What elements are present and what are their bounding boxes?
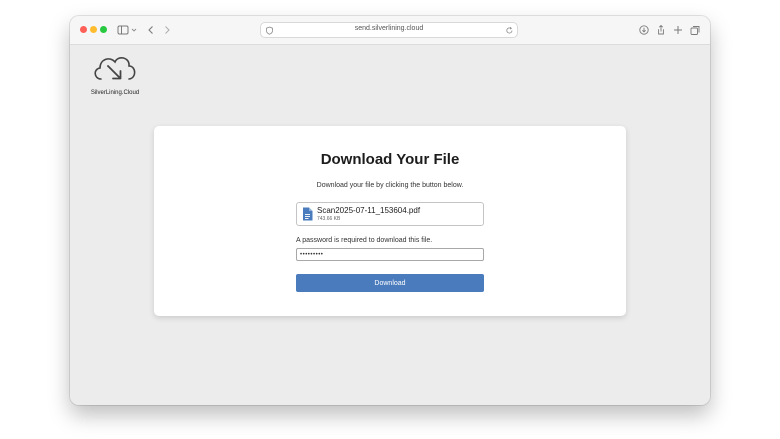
browser-window: send.silverlining.cloud SilverLining.Clo… (70, 16, 710, 405)
password-field[interactable] (296, 248, 484, 261)
browser-toolbar: send.silverlining.cloud (70, 16, 710, 45)
back-icon[interactable] (144, 23, 158, 37)
brand-logo[interactable]: SilverLining.Cloud (84, 50, 146, 102)
download-icon[interactable] (637, 23, 651, 37)
reload-icon[interactable] (505, 26, 514, 35)
share-icon[interactable] (654, 23, 668, 37)
forward-icon[interactable] (160, 23, 174, 37)
address-url: send.silverlining.cloud (354, 25, 424, 32)
sidebar-icon[interactable] (116, 23, 130, 37)
file-name: Scan2025-07-11_153604.pdf (317, 206, 421, 215)
download-button[interactable]: Download (296, 274, 484, 292)
page-content: SilverLining.Cloud Download Your File Do… (70, 45, 710, 405)
address-bar[interactable]: send.silverlining.cloud (260, 22, 518, 38)
download-card: Download Your File Download your file by… (154, 126, 626, 316)
close-window-button[interactable] (80, 26, 87, 33)
minimize-window-button[interactable] (90, 26, 97, 33)
new-tab-icon[interactable] (671, 23, 685, 37)
document-icon (302, 207, 313, 221)
file-size: 743.66 KB (317, 216, 341, 222)
page-title: Download Your File (320, 151, 460, 168)
cloud-download-icon (94, 57, 136, 80)
page-subtitle: Download your file by clicking the butto… (316, 182, 464, 189)
chevron-down-icon[interactable] (130, 23, 138, 37)
tabs-overview-icon[interactable] (688, 23, 702, 37)
password-label: A password is required to download this … (296, 237, 433, 244)
file-info: Scan2025-07-11_153604.pdf 743.66 KB (296, 202, 484, 226)
zoom-window-button[interactable] (100, 26, 107, 33)
brand-name: SilverLining.Cloud (90, 90, 140, 96)
